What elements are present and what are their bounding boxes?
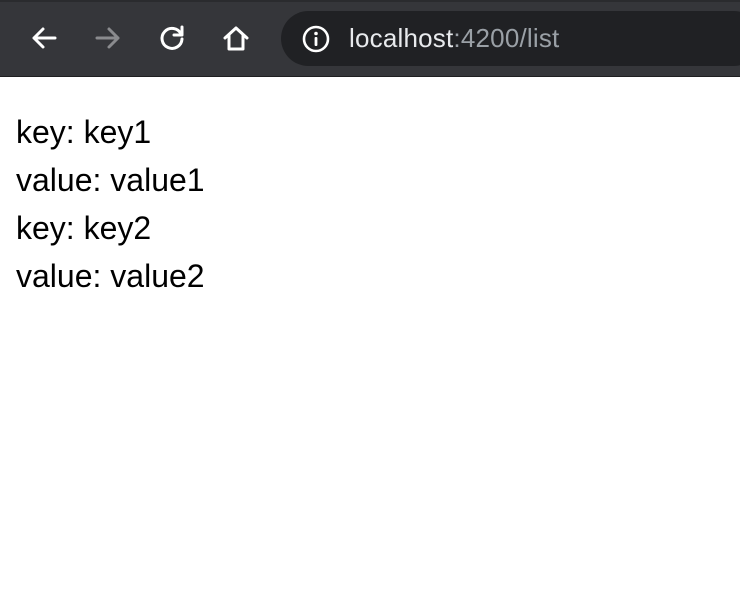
home-button[interactable] — [216, 18, 256, 58]
key-value: key1 — [83, 114, 152, 150]
value-label: value: — [16, 162, 102, 198]
browser-toolbar: localhost:4200/list — [0, 0, 740, 77]
address-bar[interactable]: localhost:4200/list — [281, 11, 740, 66]
toolbar-top-edge — [0, 0, 740, 2]
url-path: :4200/list — [453, 23, 560, 53]
reload-button[interactable] — [152, 18, 192, 58]
url-text[interactable]: localhost:4200/list — [349, 23, 560, 54]
value-row: value: value1 — [16, 156, 205, 204]
key-row: key: key1 — [16, 108, 205, 156]
home-icon — [223, 26, 249, 51]
reload-icon — [160, 25, 184, 50]
value-row: value: value2 — [16, 252, 205, 300]
page-content: key: key1 value: value1 key: key2 value:… — [16, 108, 205, 300]
back-button[interactable] — [24, 18, 64, 58]
url-host: localhost — [349, 23, 454, 53]
value-label: value: — [16, 258, 102, 294]
value-value: value2 — [110, 258, 205, 294]
site-info-button[interactable] — [301, 24, 331, 54]
key-label: key: — [16, 114, 75, 150]
arrow-right-icon — [95, 27, 120, 49]
info-icon — [302, 25, 330, 52]
key-label: key: — [16, 210, 75, 246]
arrow-left-icon — [32, 27, 57, 49]
forward-button[interactable] — [88, 18, 128, 58]
key-value: key2 — [83, 210, 152, 246]
value-value: value1 — [110, 162, 205, 198]
key-row: key: key2 — [16, 204, 205, 252]
